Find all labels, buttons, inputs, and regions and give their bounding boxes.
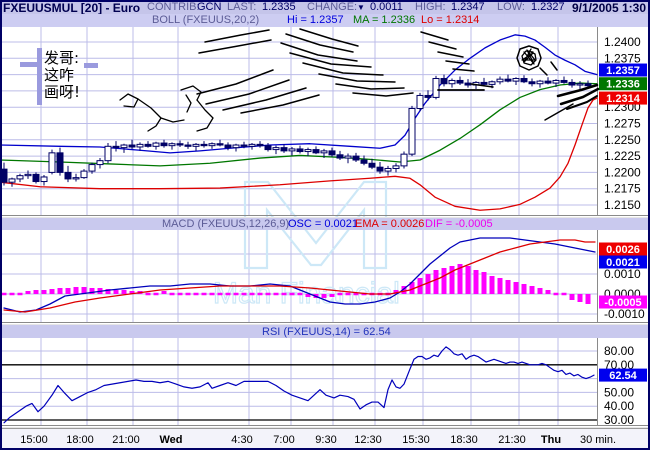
annotation-line: 画呀! xyxy=(44,83,81,101)
x-axis-label: 18:30 xyxy=(450,434,478,446)
x-axis-label: 9:30 xyxy=(315,434,337,446)
boll-lo-value: Lo = 1.2314 xyxy=(421,14,480,26)
x-axis-label: 21:30 xyxy=(498,434,526,446)
value-box-label: 0.0026 xyxy=(606,244,640,256)
low-value: 1.2327 xyxy=(531,1,565,13)
y-axis-label: 1.2225 xyxy=(604,149,641,163)
x-axis-label: 4:30 xyxy=(231,434,253,446)
bollinger-header-bar: BOLL (FXEUUS,20,2) Hi = 1.2357 MA = 1.23… xyxy=(0,14,650,27)
y-axis-label: 1.2275 xyxy=(604,117,641,131)
y-axis-label: 0.0010 xyxy=(604,267,641,281)
boll-label: BOLL (FXEUUS,20,2) xyxy=(152,14,260,26)
macd-osc-value: OSC = 0.0021 xyxy=(288,218,359,230)
rsi-label: RSI (FXEUUS,14) = 62.54 xyxy=(262,326,391,338)
y-axis-label: 1.2200 xyxy=(604,165,641,179)
datetime: 9/1/2005 1:30 xyxy=(571,1,646,15)
y-axis-label: 1.2400 xyxy=(604,35,641,49)
rsi-panel-plot[interactable] xyxy=(0,338,597,425)
annotation-line: 发哥: xyxy=(44,49,80,67)
value-box-label: -0.0005 xyxy=(604,297,641,309)
annotation-line: 这咋 xyxy=(44,66,75,84)
x-axis-label: 18:00 xyxy=(66,434,94,446)
macd-label: MACD (FXEUUS,12,26,9) xyxy=(162,218,290,230)
x-axis-label: 30 min. xyxy=(579,434,617,446)
macd-ema-value: EMA = 0.0026 xyxy=(355,218,425,230)
y-axis-label: 1.2175 xyxy=(604,182,641,196)
high-value: 1.2347 xyxy=(451,1,485,13)
y-axis-label: 80.00 xyxy=(604,344,634,358)
last-label: LAST: xyxy=(227,1,257,13)
value-box-label: 1.2357 xyxy=(606,65,640,77)
y-axis-label: 1.2150 xyxy=(604,198,641,212)
y-axis-label: 50.00 xyxy=(604,385,634,399)
low-label: LOW: xyxy=(497,1,525,13)
symbol-title: FXEUUSMUL [20] - Euro xyxy=(3,1,141,15)
x-axis-label: 7:00 xyxy=(273,434,295,446)
x-axis-label: 21:00 xyxy=(112,434,140,446)
macd-header-bar: MACD (FXEUUS,12,26,9) OSC = 0.0021 EMA =… xyxy=(0,218,650,230)
x-axis-label: 15:30 xyxy=(402,434,430,446)
time-axis: 15:00 18:00 21:00 Wed 4:30 7:00 9:30 12:30 15:30… xyxy=(0,428,650,450)
y-axis-label: 40.00 xyxy=(604,399,634,413)
change-value: 0.0011 xyxy=(370,1,403,13)
macd-dif-value: DIF = -0.0005 xyxy=(425,218,493,230)
value-box-label: 1.2314 xyxy=(606,93,641,105)
price-panel-plot[interactable] xyxy=(0,27,597,215)
change-label: CHANGE: xyxy=(307,1,358,13)
change-down-arrow-icon: ▼ xyxy=(357,3,365,12)
boll-hi-value: Hi = 1.2357 xyxy=(287,14,344,26)
value-box-label: 1.2336 xyxy=(606,79,640,91)
y-axis-label: 1.2250 xyxy=(604,133,641,147)
last-value: 1.2335 xyxy=(262,1,296,13)
handwritten-annotation-text: 发哥: 这咋 画呀! xyxy=(44,50,80,101)
x-axis-label: 12:30 xyxy=(354,434,382,446)
x-axis-label: 15:00 xyxy=(20,434,48,446)
value-box-label: 0.0021 xyxy=(606,257,640,269)
y-axis-label: 30.00 xyxy=(604,413,634,427)
macd-panel-plot[interactable] xyxy=(0,230,597,322)
x-axis-label: Wed xyxy=(159,434,183,446)
y-axis-label: -0.0010 xyxy=(604,307,645,321)
x-axis-label: Thu xyxy=(540,434,562,446)
contrib-value: GCN xyxy=(197,1,222,13)
quote-header-bar: FXEUUSMUL [20] - Euro CONTRIB: GCN LAST:… xyxy=(0,0,650,15)
boll-ma-value: MA = 1.2336 xyxy=(353,14,416,26)
value-box-label: 62.54 xyxy=(609,370,637,382)
chart-window: Man Financial1.24001.23751.23001.22751.2… xyxy=(0,0,650,450)
y-axis-label: 1.2375 xyxy=(604,51,641,65)
rsi-header-bar: RSI (FXEUUS,14) = 62.54 xyxy=(0,325,650,338)
high-label: HIGH: xyxy=(415,1,446,13)
contrib-label: CONTRIB: xyxy=(147,1,200,13)
